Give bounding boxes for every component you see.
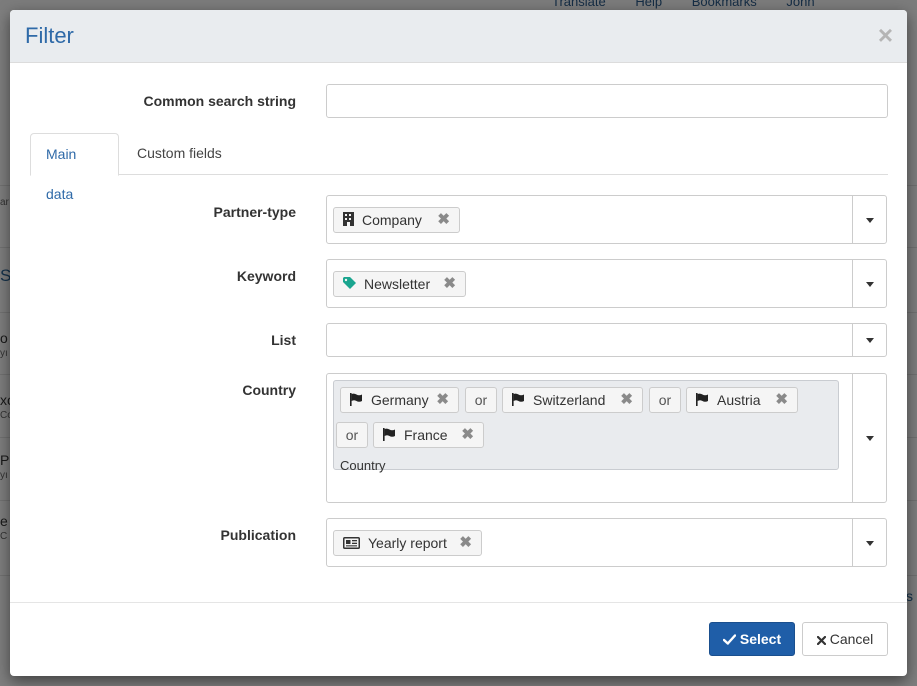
or-connector: or — [465, 387, 497, 413]
check-icon — [722, 624, 737, 656]
newspaper-icon — [343, 532, 360, 556]
keyword-label: Keyword — [236, 268, 296, 284]
country-group: Germany ✖ or Switzerland ✖ or Austria ✖ … — [333, 380, 839, 473]
remove-icon[interactable]: ✖ — [620, 388, 633, 412]
dialog-footer-divider — [10, 602, 907, 603]
chip-label: Newsletter — [364, 276, 431, 292]
dropdown-toggle[interactable] — [852, 519, 886, 566]
partner-type-select[interactable]: Company ✖ — [326, 195, 887, 244]
filter-dialog: Filter × Common search string Main data … — [10, 10, 907, 676]
flag-icon — [383, 424, 396, 448]
chip-label: Yearly report — [368, 535, 447, 551]
list-select[interactable] — [326, 323, 887, 357]
or-connector: or — [336, 422, 368, 448]
country-chip[interactable]: Switzerland ✖ — [502, 387, 643, 413]
close-icon[interactable]: × — [878, 22, 893, 48]
publication-chip[interactable]: Yearly report ✖ — [333, 530, 482, 556]
cancel-button[interactable]: Cancel — [802, 622, 888, 656]
country-chip[interactable]: Germany ✖ — [340, 387, 459, 413]
select-button[interactable]: Select — [709, 622, 795, 656]
chip-label: France — [404, 427, 448, 443]
country-chip[interactable]: France ✖ — [373, 422, 484, 448]
partner-type-chip[interactable]: Company ✖ — [333, 207, 460, 233]
close-icon — [816, 624, 826, 656]
flag-icon — [512, 389, 525, 413]
tab-main-data[interactable]: Main data — [30, 133, 119, 202]
dropdown-toggle[interactable] — [852, 324, 886, 356]
dropdown-toggle[interactable] — [852, 374, 886, 502]
flag-icon — [696, 389, 709, 413]
tab-custom-fields[interactable]: Custom fields — [122, 133, 237, 175]
remove-icon[interactable]: ✖ — [437, 208, 450, 232]
chip-label: Company — [362, 212, 422, 228]
filter-tabs: Main data Custom fields — [30, 133, 888, 202]
cancel-button-label: Cancel — [829, 631, 874, 647]
select-button-label: Select — [739, 631, 782, 647]
building-icon — [343, 209, 354, 233]
remove-icon[interactable]: ✖ — [775, 388, 788, 412]
tag-icon — [343, 273, 356, 297]
chip-label: Germany — [371, 392, 429, 408]
keyword-select[interactable]: Newsletter ✖ — [326, 259, 887, 308]
partner-type-label: Partner-type — [213, 204, 296, 220]
common-search-input[interactable] — [326, 84, 888, 118]
list-label: List — [271, 332, 296, 348]
publication-select[interactable]: Yearly report ✖ — [326, 518, 887, 567]
chip-label: Austria — [717, 392, 761, 408]
country-select[interactable]: Germany ✖ or Switzerland ✖ or Austria ✖ … — [326, 373, 887, 503]
keyword-chip[interactable]: Newsletter ✖ — [333, 271, 466, 297]
publication-label: Publication — [220, 527, 296, 543]
remove-icon[interactable]: ✖ — [436, 388, 449, 412]
country-group-label: Country — [340, 458, 386, 473]
country-label: Country — [242, 382, 296, 398]
common-search-label: Common search string — [143, 93, 296, 109]
country-chip[interactable]: Austria ✖ — [686, 387, 798, 413]
remove-icon[interactable]: ✖ — [461, 423, 474, 447]
dialog-title: Filter — [25, 23, 74, 48]
remove-icon[interactable]: ✖ — [459, 531, 472, 555]
dropdown-toggle[interactable] — [852, 196, 886, 243]
chip-label: Switzerland — [533, 392, 606, 408]
dialog-header: Filter × — [10, 10, 907, 63]
remove-icon[interactable]: ✖ — [443, 272, 456, 296]
flag-icon — [350, 389, 363, 413]
dropdown-toggle[interactable] — [852, 260, 886, 307]
or-connector: or — [649, 387, 681, 413]
